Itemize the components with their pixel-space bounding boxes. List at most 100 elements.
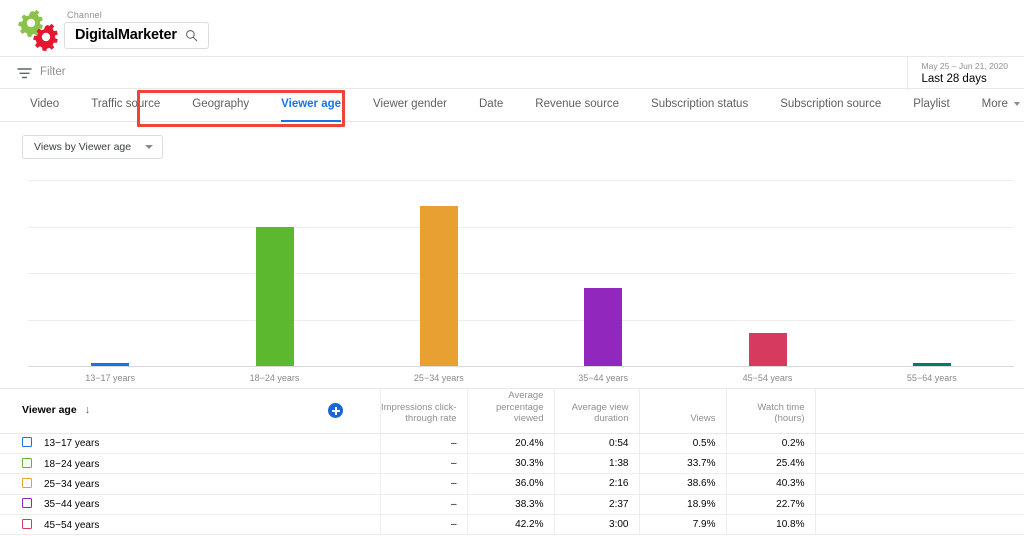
column-header-add-metric: [292, 389, 380, 434]
cell-average-percentage-viewed: 30.3%: [466, 453, 554, 475]
row-label-cell: 35−44 years: [0, 494, 292, 516]
table-row[interactable]: 25−34 years –36.0% 2:16 38.6% 40.3%: [0, 473, 1024, 495]
filter-icon[interactable]: [17, 67, 32, 80]
cell-average-view-duration: 2:16: [553, 473, 639, 495]
column-header-label: Viewer age: [22, 404, 77, 416]
table-row[interactable]: 18−24 years –30.3% 1:38 33.7% 25.4%: [0, 453, 1024, 475]
tab-label: Traffic source: [91, 98, 161, 110]
cell-views: 33.7%: [638, 453, 726, 475]
table-row[interactable]: 35−44 years –38.3% 2:37 18.9% 22.7%: [0, 494, 1024, 516]
tab-label: Subscription status: [651, 98, 749, 110]
chart-gridline: [28, 319, 1014, 321]
column-header-views[interactable]: Views: [638, 389, 726, 434]
row-spacer-cell: [292, 473, 380, 495]
column-header-average-view-duration[interactable]: Average view duration: [553, 389, 639, 434]
table-header-row: Viewer age ↓ Impressions click-through ra…: [0, 389, 1024, 434]
chart-x-axis-label: 13−17 years: [85, 373, 136, 383]
tab-subscription-source[interactable]: Subscription source: [764, 89, 897, 122]
chevron-down-icon: [145, 145, 154, 149]
column-header-average-percentage-viewed[interactable]: Average percentage viewed: [466, 389, 554, 434]
cell-impressions-ctr: –: [379, 514, 467, 536]
cell-empty: [814, 453, 1024, 475]
cell-views: 38.6%: [638, 473, 726, 495]
row-label-cell: 25−34 years: [0, 473, 292, 495]
cell-empty: [814, 473, 1024, 495]
youtube-analytics-page: Channel DigitalMarketer Filter May 25 – …: [0, 0, 1024, 536]
tab-more[interactable]: More: [966, 89, 1024, 122]
tab-label: Revenue source: [535, 98, 620, 110]
chart-x-axis: [28, 366, 1014, 367]
cell-average-view-duration: 2:37: [553, 494, 639, 516]
chart-x-axis-label: 55−64 years: [906, 373, 957, 383]
sort-desc-arrow-icon[interactable]: ↓: [85, 404, 91, 417]
cell-empty: [814, 433, 1024, 454]
chart-x-axis-label: 18−24 years: [249, 373, 300, 383]
row-label: 13−17 years: [44, 438, 100, 450]
metric-dropdown[interactable]: Views by Viewer age: [22, 135, 164, 159]
cell-average-percentage-viewed: 20.4%: [466, 433, 554, 454]
cell-views: 18.9%: [638, 494, 726, 516]
viewer-age-bar-chart: 13−17 years 18−24 years 25−34 years 35−44 y…: [0, 180, 1024, 386]
filter-input[interactable]: Filter: [40, 66, 66, 78]
column-header-viewer-age[interactable]: Viewer age ↓: [0, 389, 292, 434]
row-label-cell: 18−24 years: [0, 453, 292, 475]
page-header: Channel DigitalMarketer: [0, 0, 1024, 56]
tab-subscription-status[interactable]: Subscription status: [635, 89, 764, 122]
date-range-preset: Last 28 days: [921, 73, 987, 85]
chart-bar[interactable]: [584, 287, 623, 366]
cell-watch-time: 40.3%: [725, 473, 815, 495]
cell-impressions-ctr: –: [379, 473, 467, 495]
tab-viewer-age[interactable]: Viewer age: [265, 89, 357, 122]
tab-traffic-source[interactable]: Traffic source: [75, 89, 176, 122]
cell-watch-time: 0.2%: [725, 433, 815, 454]
tab-label: More: [981, 98, 1008, 110]
filter-bar: Filter May 25 – Jun 21, 2020 Last 28 day…: [0, 56, 1024, 90]
chart-bar[interactable]: [255, 226, 294, 366]
cell-average-view-duration: 3:00: [553, 514, 639, 536]
chart-gridline: [28, 226, 1014, 228]
chart-bar[interactable]: [91, 363, 130, 366]
row-checkbox[interactable]: [22, 437, 32, 448]
row-spacer-cell: [292, 433, 380, 454]
tab-label: Viewer gender: [373, 98, 447, 110]
cell-average-percentage-viewed: 38.3%: [466, 494, 554, 516]
chart-bar[interactable]: [912, 363, 951, 366]
cell-average-view-duration: 1:38: [553, 453, 639, 475]
channel-label: Channel: [67, 10, 102, 20]
chevron-down-icon: [1013, 101, 1020, 106]
channel-name: DigitalMarketer: [75, 27, 177, 43]
chart-gridline: [28, 273, 1014, 274]
cell-views: 0.5%: [638, 433, 726, 454]
row-checkbox[interactable]: [22, 457, 32, 468]
metric-dropdown-label: Views by Viewer age: [34, 141, 132, 153]
add-metric-icon[interactable]: [328, 403, 344, 419]
chart-bar[interactable]: [748, 333, 787, 366]
column-header-watch-time[interactable]: Watch time (hours): [725, 389, 815, 434]
cell-watch-time: 22.7%: [725, 494, 815, 516]
row-label-cell: 45−54 years: [0, 514, 292, 536]
tab-geography[interactable]: Geography: [176, 89, 265, 122]
tab-label: Geography: [192, 98, 250, 110]
row-checkbox[interactable]: [22, 477, 32, 488]
tab-viewer-gender[interactable]: Viewer gender: [357, 89, 463, 122]
tab-video[interactable]: Video: [14, 89, 75, 122]
tab-date[interactable]: Date: [463, 89, 519, 122]
cell-average-percentage-viewed: 36.0%: [466, 473, 554, 495]
table-row[interactable]: 45−54 years –42.2% 3:00 7.9% 10.8%: [0, 514, 1024, 536]
row-label: 18−24 years: [44, 458, 100, 470]
cell-impressions-ctr: –: [379, 494, 467, 516]
row-checkbox[interactable]: [22, 498, 32, 509]
channel-selector: Channel DigitalMarketer: [64, 10, 209, 49]
row-checkbox[interactable]: [22, 518, 32, 529]
cell-empty: [814, 514, 1024, 536]
date-range-selector[interactable]: May 25 – Jun 21, 2020 Last 28 days: [906, 57, 1024, 90]
row-spacer-cell: [292, 453, 380, 475]
chart-bar[interactable]: [419, 206, 458, 366]
channel-search-box[interactable]: DigitalMarketer: [64, 22, 209, 49]
column-header-impressions-ctr[interactable]: Impressions click-through rate: [379, 389, 467, 434]
search-icon[interactable]: [185, 29, 198, 42]
cell-watch-time: 25.4%: [725, 453, 815, 475]
tab-playlist[interactable]: Playlist: [897, 89, 965, 122]
table-row[interactable]: 13−17 years –20.4% 0:54 0.5% 0.2%: [0, 433, 1024, 454]
tab-revenue-source[interactable]: Revenue source: [519, 89, 635, 122]
